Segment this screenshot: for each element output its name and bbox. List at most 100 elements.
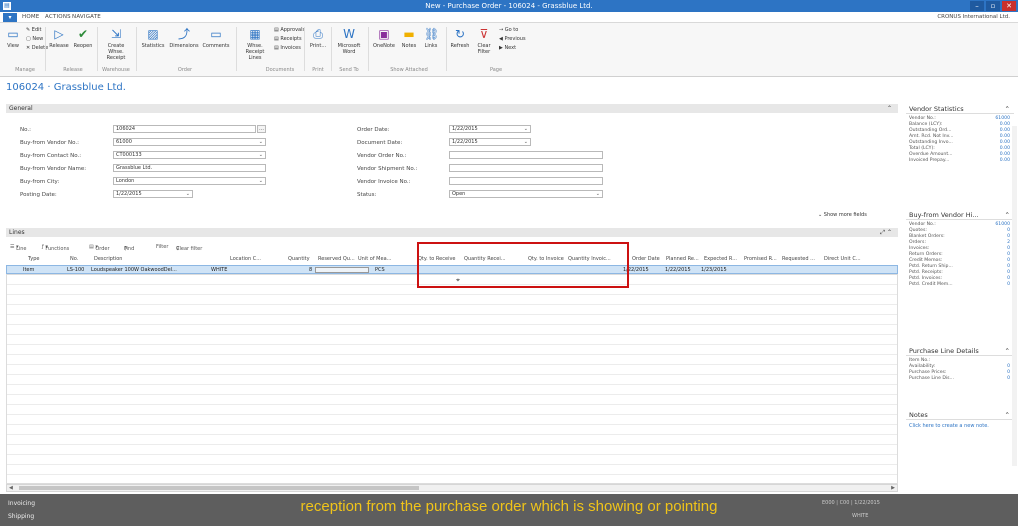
city-label: Buy-from City: — [20, 179, 60, 185]
tab-home[interactable]: HOME — [22, 13, 40, 22]
buy-from-vendor-header[interactable]: Buy-from Vendor Hi... ⌃ — [906, 210, 1014, 220]
col-type[interactable]: Type — [28, 256, 39, 262]
col-description[interactable]: Description — [94, 256, 122, 262]
posting-date-field[interactable]: 1/22/2015 ⌄ — [113, 190, 193, 198]
group-documents: Documents — [265, 67, 295, 73]
release-button[interactable]: ▷ Release — [48, 27, 70, 49]
factbox-scrollbar[interactable] — [1012, 126, 1017, 466]
document-date-field[interactable]: 1/22/2015 ⌄ — [449, 138, 531, 146]
create-note-link[interactable]: Click here to create a new note. — [906, 423, 1014, 429]
general-fasttab-header[interactable]: General ⌃ — [6, 104, 898, 113]
line-menu-button[interactable]: ☰ Line ▾ — [10, 244, 27, 252]
scroll-left-icon[interactable]: ◀ — [9, 485, 13, 491]
filter-button[interactable]: Filter — [156, 244, 168, 250]
notes-icon: ▬ — [403, 27, 415, 41]
go-to-button[interactable]: → Go to — [499, 27, 518, 34]
cell-description[interactable]: Loudspeaker 100W OakwoodDel... — [91, 267, 177, 273]
next-button[interactable]: ▶ Next — [499, 45, 516, 52]
maximize-button[interactable]: ▫ — [986, 1, 1000, 11]
edit-button[interactable]: ✎ Edit — [26, 27, 41, 34]
cell-no[interactable]: LS-100 — [67, 267, 84, 273]
notes-button[interactable]: ▬ Notes — [399, 27, 419, 49]
footer-fasttabs: Invoicing Shipping reception from the pu… — [0, 494, 1018, 526]
lines-grid-body[interactable] — [6, 274, 898, 484]
application-menu-button[interactable]: ▾ — [3, 13, 17, 22]
contact-no-field[interactable]: CT000133 ⌄ — [113, 151, 266, 159]
status-label: Status: — [357, 192, 377, 198]
chevron-down-icon: ⌄ — [258, 139, 263, 145]
scrollbar-thumb[interactable] — [19, 486, 419, 490]
cell-planned-receipt-date[interactable]: 1/22/2015 — [665, 267, 691, 273]
previous-button[interactable]: ◀ Previous — [499, 36, 526, 43]
collapse-icon: ⌃ — [1004, 211, 1010, 219]
vendor-statistics-factbox: Vendor Statistics ⌃ Vendor No.: 61000 Bala… — [906, 104, 1014, 164]
vendor-name-field[interactable]: Grassblue Ltd. — [113, 164, 266, 172]
links-button[interactable]: ⛓ Links — [421, 27, 441, 49]
vendor-no-label: Buy-from Vendor No.: — [20, 140, 80, 146]
vendor-shipment-no-field[interactable] — [449, 164, 603, 172]
no-field[interactable]: 106024 — [113, 125, 256, 133]
vendor-order-no-field[interactable] — [449, 151, 603, 159]
print-button[interactable]: ⎙ Print... — [307, 27, 329, 49]
receipts-button[interactable]: ▤ Receipts — [274, 36, 302, 43]
minimize-button[interactable]: – — [970, 1, 984, 11]
approvals-button[interactable]: ▤ Approvals — [274, 27, 305, 34]
reopen-button[interactable]: ✔ Reopen — [72, 27, 94, 49]
col-no[interactable]: No. — [70, 256, 78, 262]
col-promised-receipt-date[interactable]: Promised R... — [744, 256, 777, 262]
lines-fasttab-header[interactable]: Lines ⤢ ⌃ — [6, 228, 898, 237]
order-menu-button[interactable]: ▤ Order ▾ — [89, 244, 110, 252]
invoicing-summary: E000 | C00 | 1/22/2015 — [822, 500, 880, 506]
scroll-right-icon[interactable]: ▶ — [891, 485, 895, 491]
city-field[interactable]: London ⌄ — [113, 177, 266, 185]
refresh-button[interactable]: ↻ Refresh — [449, 27, 471, 49]
col-quantity[interactable]: Quantity — [288, 256, 310, 262]
cell-unit[interactable]: PCS — [375, 267, 385, 273]
cell-type[interactable]: Item — [23, 267, 34, 273]
show-more-fields-link[interactable]: ⌄ Show more fields — [818, 212, 867, 218]
release-icon: ▷ — [54, 27, 64, 41]
cell-quantity[interactable]: 8 — [309, 267, 312, 273]
purchase-line-details-header[interactable]: Purchase Line Details ⌃ — [906, 346, 1014, 356]
dimensions-button[interactable]: ⤴ Dimensions — [169, 27, 199, 49]
col-reserved-quantity[interactable]: Reserved Qu... — [318, 256, 355, 262]
functions-menu-button[interactable]: ƒ Functions ▾ — [42, 244, 69, 252]
statistics-button[interactable]: ▨ Statistics — [139, 27, 167, 49]
col-unit-of-measure[interactable]: Unit of Mea... — [358, 256, 391, 262]
col-direct-unit-cost[interactable]: Direct Unit C... — [824, 256, 861, 262]
col-location-code[interactable]: Location C... — [230, 256, 261, 262]
onenote-button[interactable]: ▣ OneNote — [371, 27, 397, 49]
view-button[interactable]: ▭ View — [4, 27, 22, 49]
warehouse-receipt-icon: ⇲ — [110, 27, 122, 41]
clear-filter-button[interactable]: ⊽ Clear Filter — [473, 27, 495, 55]
cell-expected-receipt-date[interactable]: 1/23/2015 — [701, 267, 727, 273]
fb-row: Invoiced Prepay... 0.00 — [909, 158, 1010, 163]
notes-header[interactable]: Notes ⌃ — [906, 410, 1014, 420]
horizontal-scrollbar[interactable]: ◀ ▶ — [6, 484, 898, 492]
close-button[interactable]: ✕ — [1002, 1, 1016, 11]
chevron-down-icon: ⌄ — [523, 139, 528, 145]
comments-button[interactable]: ▭ Comments — [201, 27, 231, 49]
create-whse-receipt-button[interactable]: ⇲ Create Whse. Receipt — [100, 27, 132, 61]
cell-location[interactable]: WHITE — [211, 267, 227, 273]
buy-from-vendor-history-factbox: Buy-from Vendor Hi... ⌃ Vendor No.: 61000 … — [906, 210, 1014, 288]
vendor-invoice-no-field[interactable] — [449, 177, 603, 185]
col-requested-receipt-date[interactable]: Requested ... — [782, 256, 815, 262]
no-assist-button[interactable]: … — [257, 125, 266, 133]
cell-reserved-quantity[interactable] — [315, 267, 369, 273]
status-field[interactable]: Open ⌄ — [449, 190, 603, 198]
vendor-shipment-no-label: Vendor Shipment No.: — [357, 166, 418, 172]
col-order-date[interactable]: Order Date — [632, 256, 660, 262]
tab-navigate[interactable]: NAVIGATE — [72, 13, 101, 22]
vendor-no-field[interactable]: 61000 ⌄ — [113, 138, 266, 146]
new-button[interactable]: ▢ New — [26, 36, 43, 43]
microsoft-word-button[interactable]: W Microsoft Word — [334, 27, 364, 55]
order-date-field[interactable]: 1/22/2015 ⌄ — [449, 125, 531, 133]
whse-receipt-lines-button[interactable]: ▦ Whse. Receipt Lines — [240, 27, 270, 61]
tab-actions[interactable]: ACTIONS — [45, 13, 71, 22]
printer-icon: ⎙ — [313, 27, 323, 41]
vendor-statistics-header[interactable]: Vendor Statistics ⌃ — [906, 104, 1014, 114]
col-planned-receipt-date[interactable]: Planned Re... — [666, 256, 699, 262]
invoices-button[interactable]: ▤ Invoices — [274, 45, 301, 52]
col-expected-receipt-date[interactable]: Expected R... — [704, 256, 737, 262]
